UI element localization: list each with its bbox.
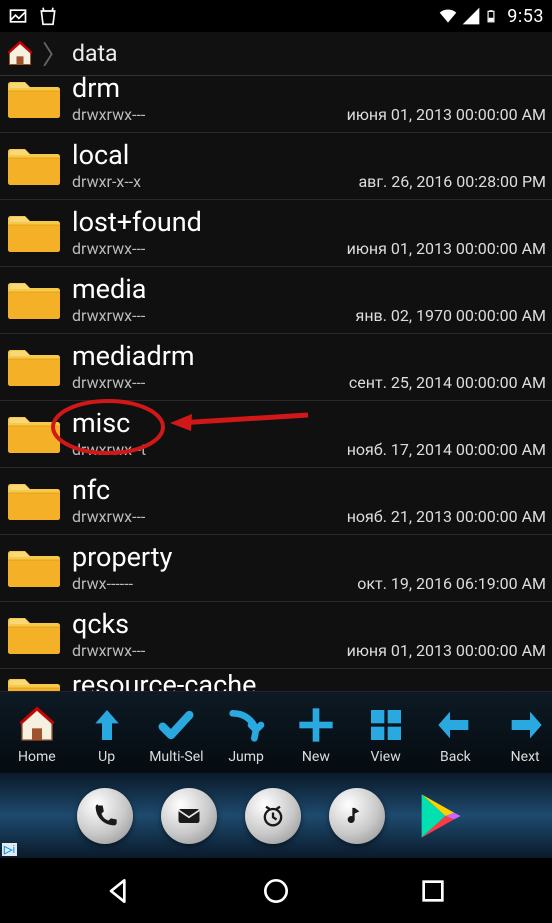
- toolbar-back-button[interactable]: Back: [421, 696, 491, 771]
- folder-item-media[interactable]: media drwxrwx--- янв. 02, 1970 00:00:00 …: [0, 267, 552, 334]
- toolbar-label: Next: [511, 749, 540, 765]
- toolbar-label: Up: [98, 749, 115, 765]
- folder-item-lost+found[interactable]: lost+found drwxrwx--- июня 01, 2013 00:0…: [0, 200, 552, 267]
- folder-perms: drwxrwx--t: [72, 440, 146, 459]
- folder-item-qcks[interactable]: qcks drwxrwx--- июня 01, 2013 00:00:00 A…: [0, 602, 552, 669]
- toolbar-label: View: [370, 749, 400, 765]
- folder-perms: drwxrwx---: [72, 507, 145, 526]
- folder-date: окт. 19, 2016 06:19:00 AM: [357, 574, 546, 593]
- folder-name: mediadrm: [72, 342, 546, 370]
- toolbar-next-button[interactable]: Next: [490, 696, 552, 771]
- ad-info-badge[interactable]: ▷i: [2, 843, 17, 856]
- multisel-icon: [156, 703, 196, 747]
- folder-perms: drwxrwx---: [72, 306, 145, 325]
- ad-mail-icon[interactable]: [161, 788, 217, 844]
- ad-music-icon[interactable]: [329, 788, 385, 844]
- up-icon: [87, 703, 127, 747]
- wifi-icon: [438, 6, 458, 26]
- folder-date: нояб. 21, 2013 00:00:00 AM: [347, 507, 546, 526]
- toolbar-multisel-button[interactable]: Multi-Sel: [142, 696, 212, 771]
- path-current[interactable]: data: [72, 40, 118, 67]
- folder-date: июня 01, 2013 00:00:00 AM: [347, 105, 546, 124]
- folder-name: property: [72, 543, 546, 571]
- store-notification-icon: [38, 6, 58, 26]
- folder-perms: drwxr-x--x: [72, 172, 141, 191]
- folder-item-mediadrm[interactable]: mediadrm drwxrwx--- сент. 25, 2014 00:00…: [0, 334, 552, 401]
- new-icon: [296, 703, 336, 747]
- toolbar-jump-button[interactable]: Jump: [211, 696, 281, 771]
- folder-item-drm[interactable]: drm drwxrwx--- июня 01, 2013 00:00:00 AM: [0, 76, 552, 133]
- path-bar[interactable]: 〉 data: [0, 32, 552, 76]
- back-icon: [435, 703, 475, 747]
- toolbar: Home Up Multi-Sel Jump New View Back Nex…: [0, 691, 552, 773]
- toolbar-new-button[interactable]: New: [281, 696, 351, 771]
- status-bar: 9:53: [0, 0, 552, 32]
- view-icon: [366, 703, 406, 747]
- folder-name: drm: [72, 76, 546, 103]
- folder-perms: drwx------: [72, 574, 133, 593]
- battery-icon: [484, 6, 498, 26]
- folder-name: nfc: [72, 476, 546, 504]
- folder-item-misc[interactable]: misc drwxrwx--t нояб. 17, 2014 00:00:00 …: [0, 401, 552, 468]
- folder-date: янв. 02, 1970 00:00:00 AM: [356, 306, 546, 325]
- system-nav-bar: [0, 858, 552, 923]
- folder-name: media: [72, 275, 546, 303]
- nav-back-button[interactable]: [99, 871, 139, 911]
- folder-date: июня 01, 2013 00:00:00 AM: [347, 239, 546, 258]
- folder-item-nfc[interactable]: nfc drwxrwx--- нояб. 21, 2013 00:00:00 A…: [0, 468, 552, 535]
- toolbar-label: Home: [18, 749, 56, 765]
- path-separator: 〉: [42, 35, 68, 72]
- jump-icon: [226, 703, 266, 747]
- status-time: 9:53: [507, 6, 544, 27]
- home-icon: [17, 703, 57, 747]
- ad-phone-icon[interactable]: [77, 788, 133, 844]
- folder-date: сент. 25, 2014 00:00:00 AM: [349, 373, 546, 392]
- toolbar-home-button[interactable]: Home: [2, 696, 72, 771]
- toolbar-label: Back: [440, 749, 471, 765]
- folder-name: resource-cache: [72, 671, 546, 691]
- folder-name: lost+found: [72, 208, 546, 236]
- toolbar-view-button[interactable]: View: [351, 696, 421, 771]
- toolbar-up-button[interactable]: Up: [72, 696, 142, 771]
- folder-perms: drwxrwx---: [72, 373, 145, 392]
- folder-item-property[interactable]: property drwx------ окт. 19, 2016 06:19:…: [0, 535, 552, 602]
- folder-perms: drwxrwx---: [72, 239, 145, 258]
- folder-item-resource-cache[interactable]: resource-cache drwxrwx--- июня 01, 2013 …: [0, 669, 552, 691]
- folder-perms: drwxrwx---: [72, 105, 145, 124]
- folder-date: нояб. 17, 2014 00:00:00 AM: [347, 440, 546, 459]
- nav-recent-button[interactable]: [413, 871, 453, 911]
- next-icon: [505, 703, 545, 747]
- ad-clock-icon[interactable]: [245, 788, 301, 844]
- path-home-icon[interactable]: [6, 40, 34, 68]
- folder-name: local: [72, 141, 546, 169]
- folder-item-local[interactable]: local drwxr-x--x авг. 26, 2016 00:28:00 …: [0, 133, 552, 200]
- nav-home-button[interactable]: [256, 871, 296, 911]
- folder-perms: drwxrwx---: [72, 641, 145, 660]
- signal-icon: [461, 6, 481, 26]
- ad-play-store-icon[interactable]: [413, 790, 465, 842]
- folder-date: июня 01, 2013 00:00:00 AM: [347, 641, 546, 660]
- folder-name: misc: [72, 409, 546, 437]
- file-list[interactable]: drm drwxrwx--- июня 01, 2013 00:00:00 AM…: [0, 76, 552, 691]
- toolbar-label: Jump: [228, 749, 264, 765]
- toolbar-label: Multi-Sel: [149, 749, 203, 765]
- ad-banner[interactable]: ▷i: [0, 773, 552, 858]
- toolbar-label: New: [302, 749, 330, 765]
- folder-date: авг. 26, 2016 00:28:00 PM: [358, 172, 546, 191]
- folder-name: qcks: [72, 610, 546, 638]
- image-notification-icon: [8, 6, 28, 26]
